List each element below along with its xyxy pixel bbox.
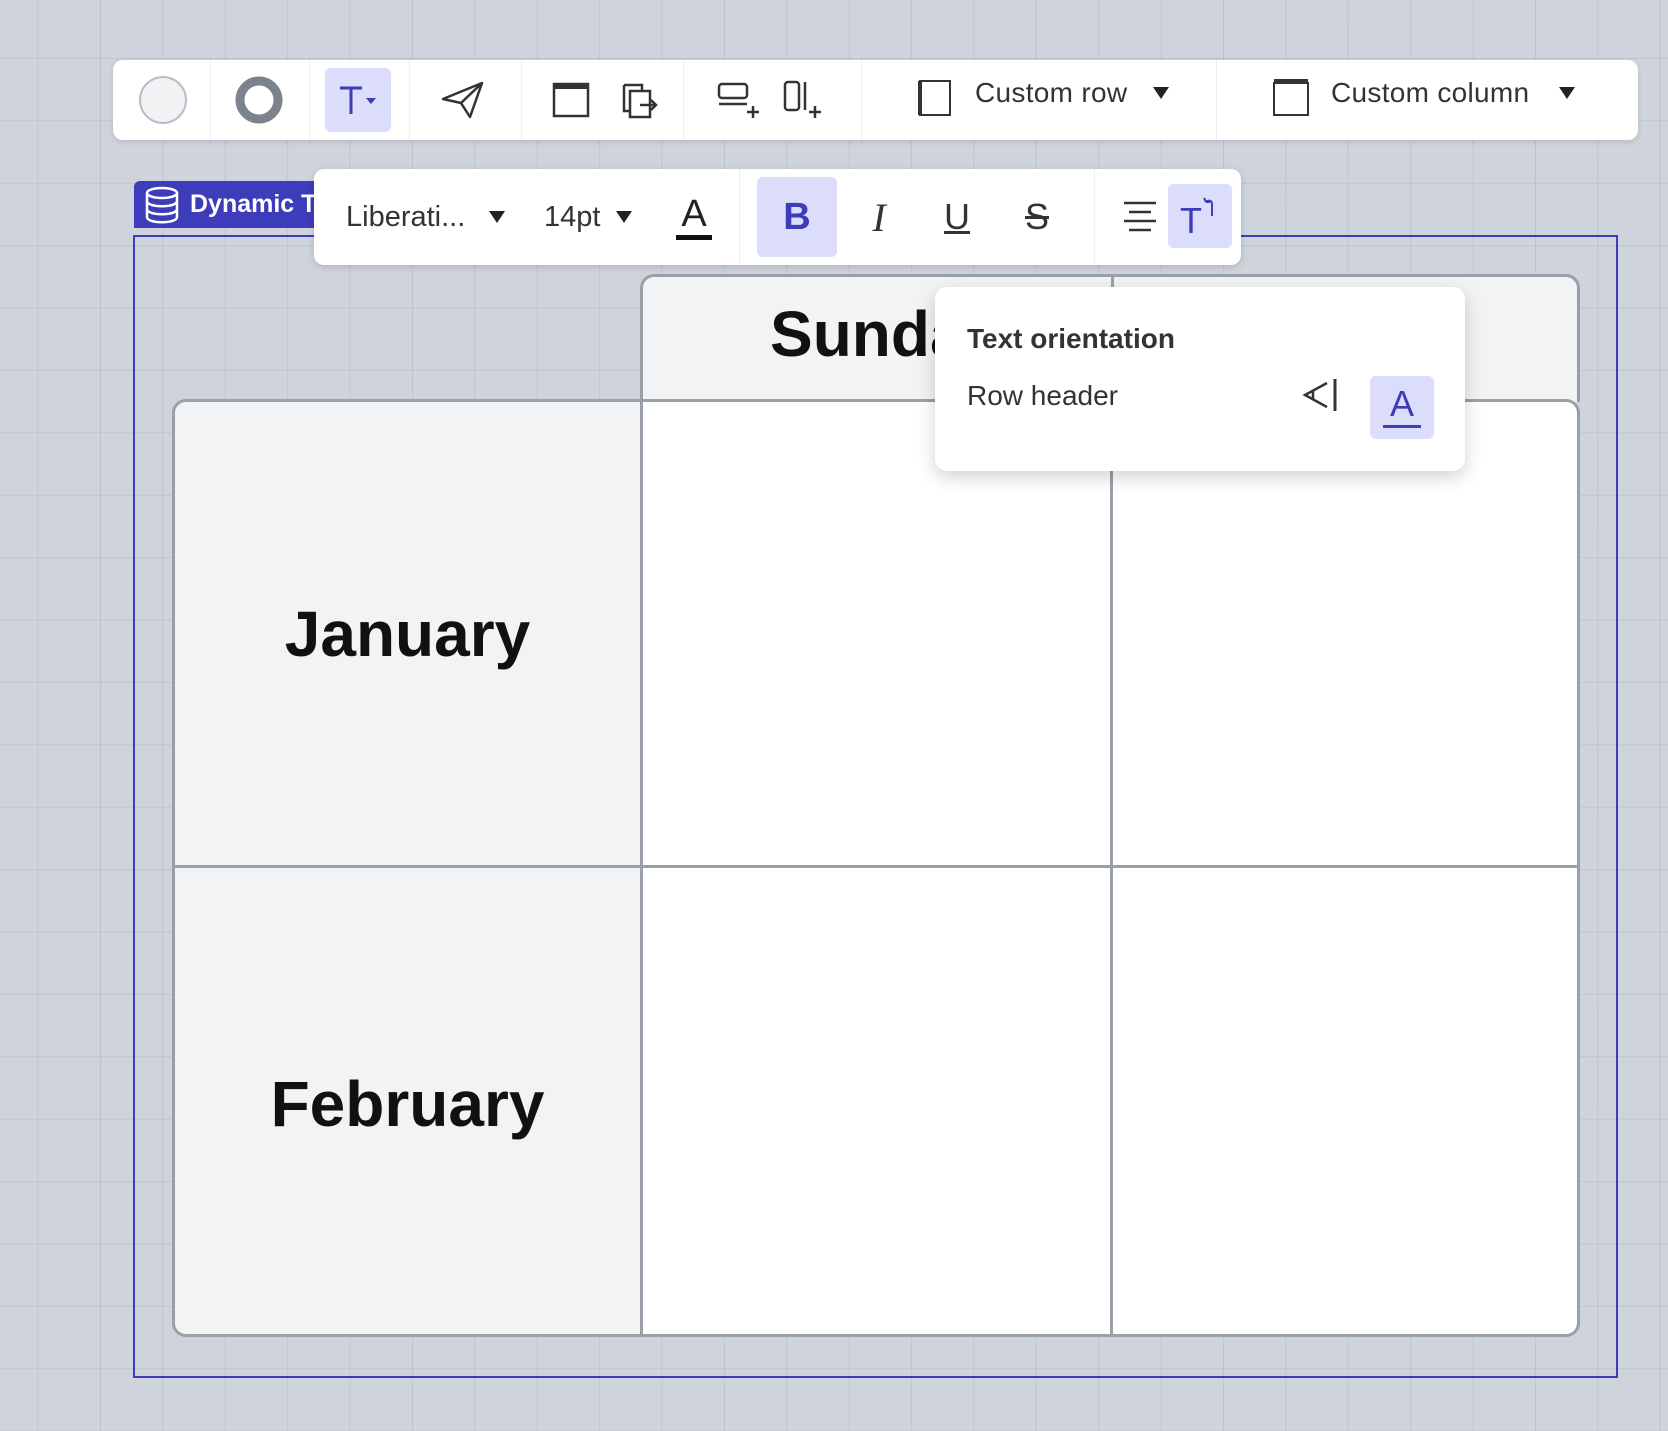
fill-color-swatch-icon bbox=[139, 76, 187, 124]
column-header-icon bbox=[1273, 79, 1309, 116]
border-ring-icon bbox=[235, 76, 283, 124]
custom-row-caret-icon[interactable] bbox=[1153, 87, 1169, 99]
badge-label: Dynamic Ta bbox=[190, 190, 329, 218]
text-color-button[interactable]: A bbox=[666, 187, 722, 247]
row-header-cell[interactable]: January bbox=[175, 402, 643, 868]
custom-row-icon-button[interactable] bbox=[909, 70, 961, 126]
vertical-text-icon bbox=[1302, 379, 1337, 411]
align-center-icon bbox=[1124, 201, 1156, 232]
row-header-january[interactable]: January bbox=[285, 597, 530, 671]
text-color-swatch bbox=[676, 234, 712, 240]
horizontal-underline bbox=[1383, 425, 1421, 428]
row-header-cell[interactable]: February bbox=[175, 868, 643, 1334]
row-header-february[interactable]: February bbox=[271, 1067, 545, 1141]
orientation-glyph: T bbox=[1180, 200, 1202, 241]
container-button[interactable] bbox=[543, 72, 599, 128]
text-align-button[interactable] bbox=[1110, 183, 1170, 249]
table-cell[interactable] bbox=[1113, 868, 1577, 1334]
italic-button[interactable]: I bbox=[844, 177, 914, 257]
custom-row-label[interactable]: Custom row bbox=[975, 77, 1127, 109]
paper-plane-icon bbox=[441, 81, 484, 119]
window-icon bbox=[552, 82, 590, 118]
text-format-toolbar: Liberati... 14pt A B I U S T bbox=[314, 169, 1241, 265]
add-column-icon bbox=[783, 80, 821, 118]
strikethrough-button[interactable]: S bbox=[1002, 177, 1072, 257]
dynamic-table-badge[interactable]: Dynamic Ta bbox=[134, 181, 334, 228]
row-header-icon bbox=[918, 80, 951, 116]
row-header-label: Row header bbox=[967, 380, 1118, 411]
font-family-caret-icon[interactable] bbox=[489, 211, 505, 223]
add-row-icon bbox=[717, 82, 759, 118]
table-cell[interactable] bbox=[643, 402, 1113, 868]
table-cell[interactable] bbox=[643, 868, 1113, 1334]
font-size-caret-icon[interactable] bbox=[616, 211, 632, 223]
custom-column-caret-icon[interactable] bbox=[1559, 87, 1575, 99]
export-button[interactable] bbox=[609, 72, 665, 128]
horizontal-text-glyph: A bbox=[1389, 383, 1414, 424]
text-dropdown-icon bbox=[340, 86, 376, 114]
underline-button[interactable]: U bbox=[922, 177, 992, 257]
font-family-select[interactable]: Liberati... bbox=[346, 201, 465, 234]
database-icon bbox=[145, 186, 179, 223]
text-color-glyph: A bbox=[681, 192, 707, 235]
send-button[interactable] bbox=[433, 72, 493, 128]
table-cell[interactable] bbox=[1113, 402, 1577, 868]
text-tool-button[interactable] bbox=[325, 68, 391, 132]
bold-button[interactable]: B bbox=[757, 177, 837, 257]
add-column-button[interactable] bbox=[773, 72, 829, 128]
popover-title: Text orientation bbox=[967, 323, 1175, 354]
custom-column-label[interactable]: Custom column bbox=[1331, 77, 1529, 109]
horizontal-orientation-button[interactable]: A bbox=[1370, 376, 1434, 439]
font-size-select[interactable]: 14pt bbox=[544, 201, 600, 234]
custom-column-icon-button[interactable] bbox=[1265, 70, 1317, 126]
dynamic-table: January February bbox=[172, 399, 1580, 1337]
copy-export-icon bbox=[622, 83, 658, 119]
rotate-arrow-icon bbox=[1203, 197, 1213, 216]
border-style-button[interactable] bbox=[231, 72, 287, 128]
vertical-orientation-button[interactable] bbox=[1295, 367, 1345, 423]
text-orientation-popover: Text orientation Row header A bbox=[935, 287, 1465, 471]
fill-color-button[interactable] bbox=[135, 72, 191, 128]
add-row-button[interactable] bbox=[709, 72, 765, 128]
text-orientation-button[interactable]: T bbox=[1168, 184, 1232, 248]
main-toolbar: Custom row Custom column bbox=[113, 60, 1638, 140]
